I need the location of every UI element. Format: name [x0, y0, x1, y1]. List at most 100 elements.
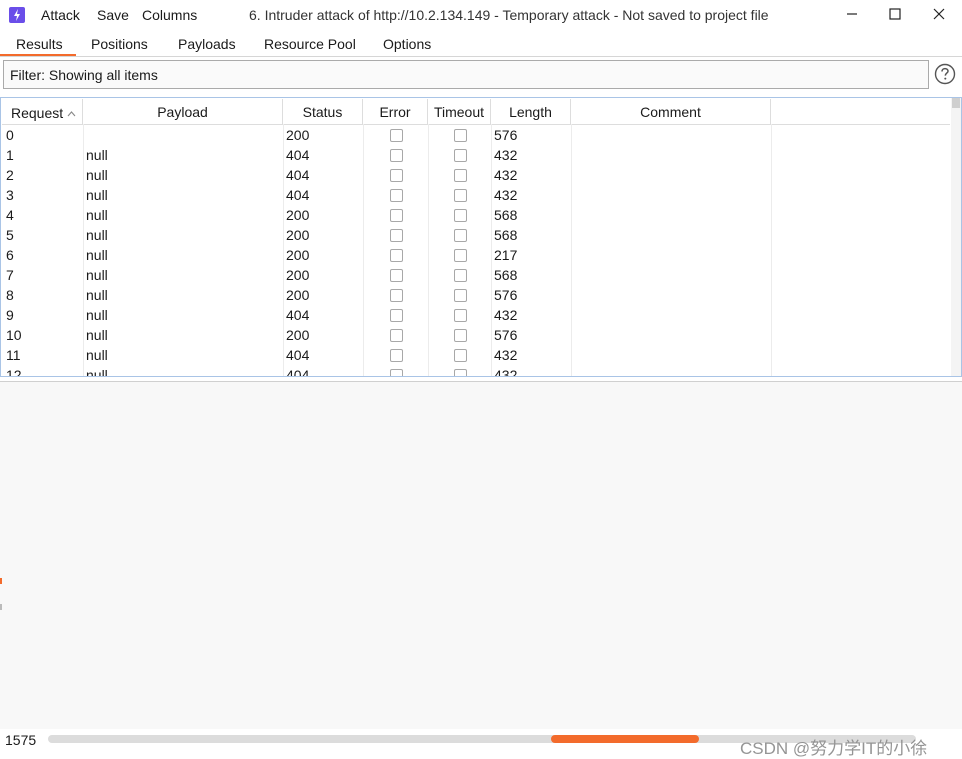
cell-length: 432: [494, 307, 518, 323]
close-icon[interactable]: [923, 3, 955, 27]
menu-attack[interactable]: Attack: [41, 7, 80, 23]
column-header-comment[interactable]: Comment: [571, 99, 771, 124]
scrollbar-thumb[interactable]: [952, 98, 960, 108]
error-checkbox: [390, 329, 403, 342]
vertical-scrollbar[interactable]: [951, 98, 961, 376]
cell-status: 200: [286, 327, 310, 343]
tab-divider: [0, 56, 962, 57]
timeout-checkbox: [454, 229, 467, 242]
tab-results[interactable]: Results: [16, 36, 63, 52]
error-checkbox: [390, 149, 403, 162]
cell-status: 200: [286, 127, 310, 143]
timeout-checkbox: [454, 249, 467, 262]
timeout-checkbox: [454, 309, 467, 322]
menu-save[interactable]: Save: [97, 7, 129, 23]
minimize-icon[interactable]: [836, 3, 868, 27]
timeout-checkbox: [454, 149, 467, 162]
cell-payload: null: [86, 347, 108, 363]
tab-positions[interactable]: Positions: [91, 36, 148, 52]
cell-request: 9: [6, 307, 14, 323]
help-icon[interactable]: [934, 63, 956, 85]
error-checkbox: [390, 169, 403, 182]
filter-bar[interactable]: Filter: Showing all items: [3, 60, 929, 89]
cell-request: 0: [6, 127, 14, 143]
error-checkbox: [390, 189, 403, 202]
cell-status: 200: [286, 227, 310, 243]
cell-status: 200: [286, 207, 310, 223]
table-body: 0 200 576 1 null 404 432 2 null 404 432 3 null 404 432…: [2, 125, 950, 377]
error-checkbox: [390, 369, 403, 376]
table-row[interactable]: 10 null 200 576: [2, 325, 950, 345]
table-row[interactable]: 6 null 200 217: [2, 245, 950, 265]
column-header-request[interactable]: Request: [2, 99, 83, 124]
timeout-checkbox: [454, 129, 467, 142]
table-row[interactable]: 7 null 200 568: [2, 265, 950, 285]
table-row[interactable]: 3 null 404 432: [2, 185, 950, 205]
cell-status: 200: [286, 247, 310, 263]
filter-label: Filter: Showing all items: [10, 67, 158, 83]
column-header-error[interactable]: Error: [363, 99, 428, 124]
progress-fill: [551, 735, 699, 743]
error-checkbox: [390, 209, 403, 222]
table-row[interactable]: 11 null 404 432: [2, 345, 950, 365]
cell-payload: null: [86, 367, 108, 377]
splitter-marker: [0, 604, 2, 610]
error-checkbox: [390, 269, 403, 282]
detail-pane: [0, 381, 962, 730]
tab-resource-pool[interactable]: Resource Pool: [264, 36, 356, 52]
error-checkbox: [390, 229, 403, 242]
cell-payload: null: [86, 307, 108, 323]
tab-payloads[interactable]: Payloads: [178, 36, 236, 52]
cell-length: 576: [494, 327, 518, 343]
cell-request: 4: [6, 207, 14, 223]
table-row[interactable]: 4 null 200 568: [2, 205, 950, 225]
cell-length: 432: [494, 347, 518, 363]
watermark: CSDN @努力学IT的小徐: [740, 739, 928, 758]
cell-length: 217: [494, 247, 518, 263]
table-row[interactable]: 1 null 404 432: [2, 145, 950, 165]
cell-payload: null: [86, 147, 108, 163]
cell-payload: null: [86, 267, 108, 283]
table-row[interactable]: 9 null 404 432: [2, 305, 950, 325]
cell-length: 432: [494, 147, 518, 163]
timeout-checkbox: [454, 169, 467, 182]
column-header-label: Request: [11, 105, 64, 121]
cell-length: 568: [494, 267, 518, 283]
cell-status: 200: [286, 287, 310, 303]
maximize-icon[interactable]: [879, 3, 911, 27]
timeout-checkbox: [454, 209, 467, 222]
cell-request: 10: [6, 327, 22, 343]
table-row[interactable]: 0 200 576: [2, 125, 950, 145]
timeout-checkbox: [454, 349, 467, 362]
column-header-payload[interactable]: Payload: [83, 99, 283, 124]
cell-payload: null: [86, 187, 108, 203]
error-checkbox: [390, 129, 403, 142]
error-checkbox: [390, 249, 403, 262]
results-table: Request Payload Status Error Timeout Len…: [0, 97, 962, 377]
menu-columns[interactable]: Columns: [142, 7, 197, 23]
burp-lightning-icon: [9, 7, 25, 23]
table-row[interactable]: 5 null 200 568: [2, 225, 950, 245]
cell-status: 404: [286, 307, 310, 323]
timeout-checkbox: [454, 369, 467, 376]
timeout-checkbox: [454, 189, 467, 202]
cell-request: 1: [6, 147, 14, 163]
error-checkbox: [390, 309, 403, 322]
timeout-checkbox: [454, 329, 467, 342]
table-row[interactable]: 2 null 404 432: [2, 165, 950, 185]
tab-bar: Results Positions Payloads Resource Pool…: [0, 30, 962, 57]
cell-request: 5: [6, 227, 14, 243]
cell-request: 3: [6, 187, 14, 203]
cell-status: 404: [286, 347, 310, 363]
column-header-timeout[interactable]: Timeout: [428, 99, 491, 124]
cell-length: 568: [494, 207, 518, 223]
table-row[interactable]: 8 null 200 576: [2, 285, 950, 305]
column-header-length[interactable]: Length: [491, 99, 571, 124]
column-header-status[interactable]: Status: [283, 99, 363, 124]
cell-request: 7: [6, 267, 14, 283]
cell-length: 576: [494, 127, 518, 143]
cell-payload: null: [86, 327, 108, 343]
cell-length: 432: [494, 367, 518, 377]
table-row[interactable]: 12 null 404 432: [2, 365, 950, 377]
tab-options[interactable]: Options: [383, 36, 431, 52]
